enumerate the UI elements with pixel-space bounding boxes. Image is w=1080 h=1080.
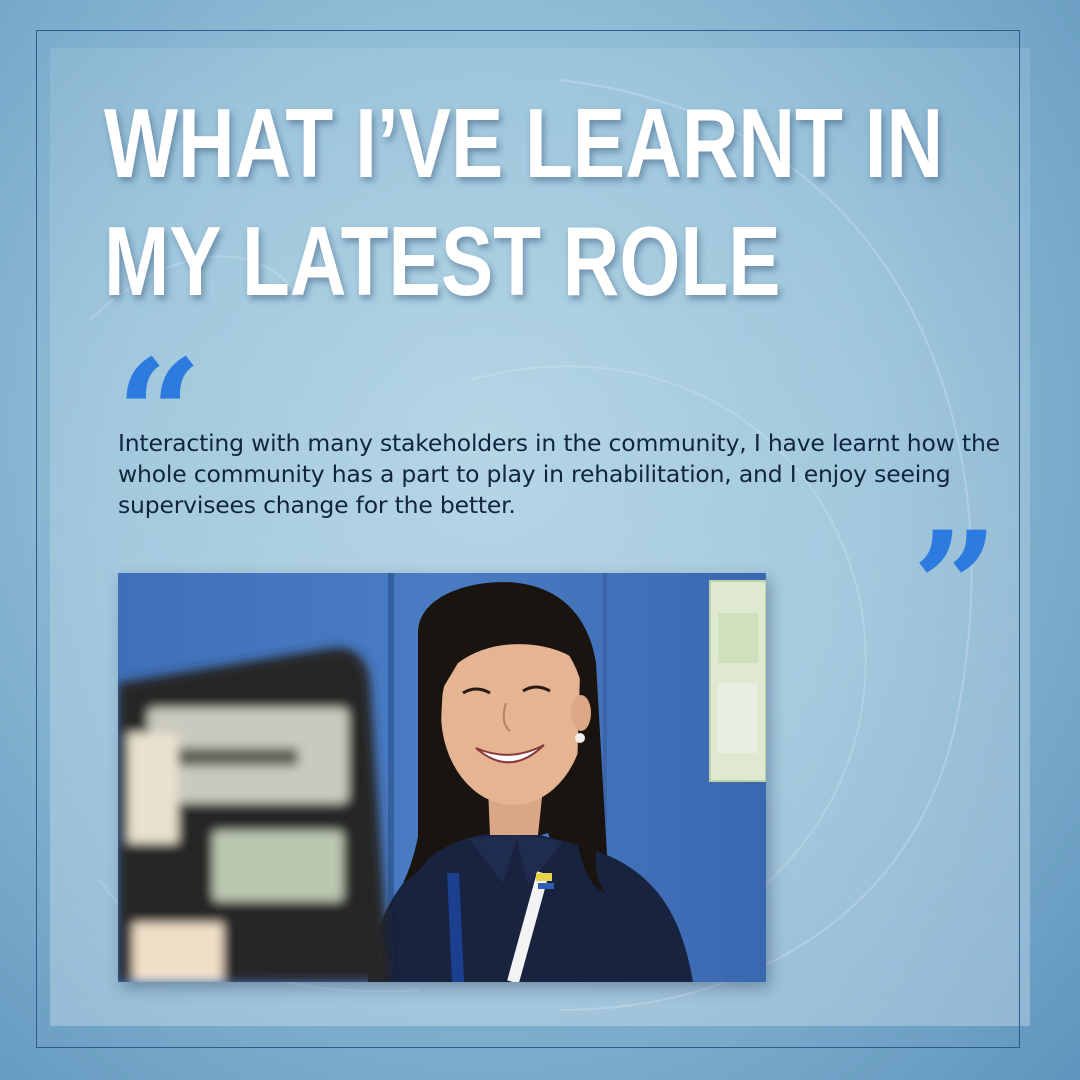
open-quote-icon: “ [116,340,202,420]
page-title: WHAT I’VE LEARNT IN MY LATEST ROLE [104,84,944,320]
close-quote-icon: ” [912,512,998,592]
title-line-2: MY LATEST ROLE [104,206,781,316]
testimonial-quote: Interacting with many stakeholders in th… [118,429,1000,519]
photo-illustration [118,573,766,982]
title-line-1: WHAT I’VE LEARNT IN [104,88,944,198]
portrait-photo [118,573,766,982]
